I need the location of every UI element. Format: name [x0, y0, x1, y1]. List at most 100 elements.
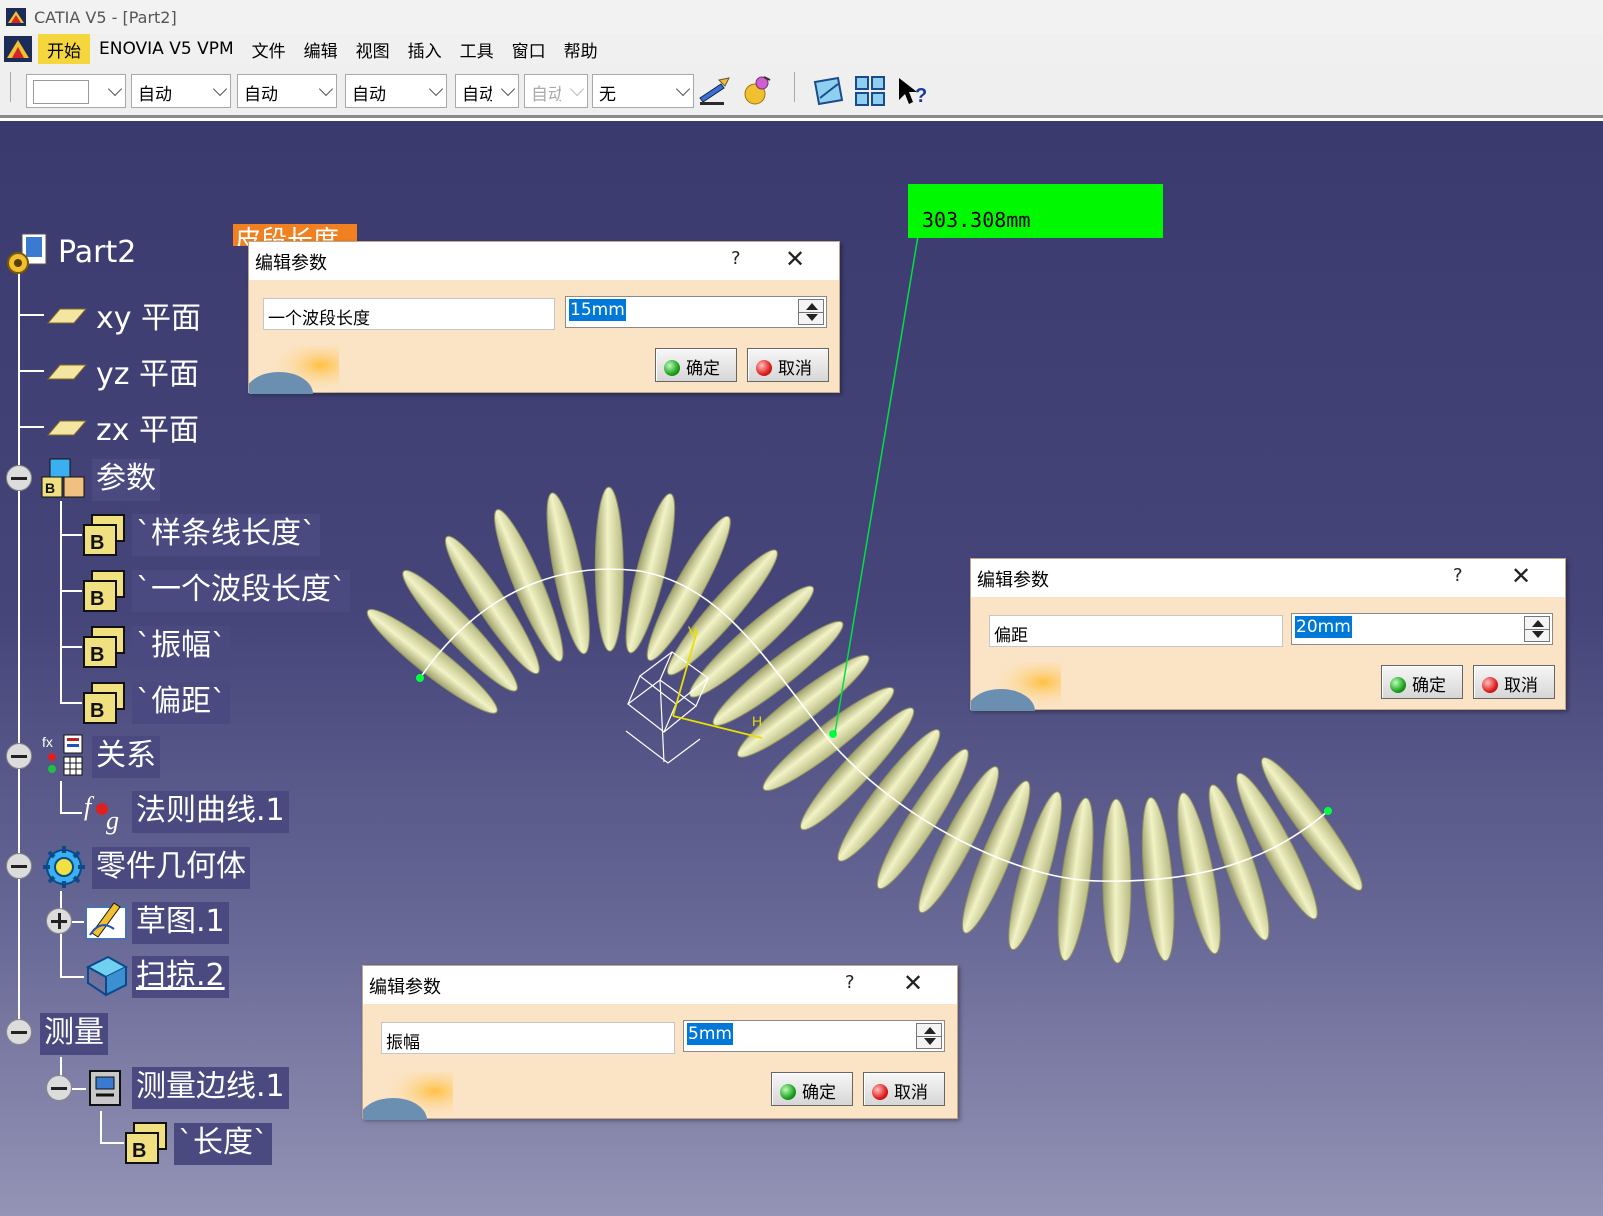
- measure-edge-icon[interactable]: [86, 1065, 130, 1111]
- whats-this-help-icon[interactable]: ?: [895, 74, 929, 108]
- menu-tools[interactable]: 工具: [451, 34, 503, 65]
- tree-part-body[interactable]: 零件几何体: [92, 847, 250, 889]
- 3d-viewport[interactable]: V H 303.308mm Part2 xy 平面 yz 平面 zx 平面 B: [0, 121, 1603, 1216]
- menu-edit[interactable]: 编辑: [295, 34, 347, 65]
- sweep-icon[interactable]: [84, 953, 130, 999]
- ok-button[interactable]: 确定: [771, 1072, 853, 1106]
- tree-param-wave-length[interactable]: `一个波段长度`: [132, 570, 350, 612]
- parameter-value-input[interactable]: 15mm: [565, 296, 827, 328]
- tree-measure-edge[interactable]: 测量边线.1: [132, 1067, 289, 1109]
- parameters-icon[interactable]: B: [40, 457, 88, 501]
- tree-branch-line: [60, 1057, 62, 1077]
- parameter-length-icon[interactable]: B: [82, 569, 128, 613]
- plane-view-icon[interactable]: [812, 74, 846, 108]
- parameter-length-icon[interactable]: B: [82, 513, 128, 557]
- chevron-down-icon: [107, 81, 123, 97]
- collapse-relations-icon[interactable]: [6, 743, 32, 769]
- menu-bar: 开始 ENOVIA V5 VPM 文件 编辑 视图 插入 工具 窗口 帮助: [0, 33, 1603, 65]
- value-spinner[interactable]: [1524, 616, 1550, 642]
- dialog-title[interactable]: 编辑参数: [971, 559, 1565, 597]
- cancel-button[interactable]: 取消: [863, 1072, 945, 1106]
- measure-value-label[interactable]: 303.308mm: [908, 184, 1163, 238]
- help-icon[interactable]: ?: [1453, 565, 1463, 586]
- tree-param-amplitude[interactable]: `振幅`: [132, 626, 230, 668]
- tree-parameters[interactable]: 参数: [92, 459, 160, 501]
- menu-file[interactable]: 文件: [243, 34, 295, 65]
- line-width-combo[interactable]: 自动: [237, 74, 337, 108]
- layer-render-combo[interactable]: 自动: [524, 74, 588, 108]
- tree-zx-plane[interactable]: zx 平面: [96, 405, 199, 449]
- tree-branch-line: [100, 1142, 124, 1144]
- tree-measure[interactable]: 测量: [40, 1013, 108, 1055]
- svg-text:B: B: [90, 644, 104, 666]
- cancel-button[interactable]: 取消: [1473, 665, 1555, 699]
- dialog-title[interactable]: 编辑参数: [363, 966, 957, 1004]
- expand-sketch-icon[interactable]: [46, 908, 72, 934]
- help-icon[interactable]: ?: [845, 972, 855, 993]
- collapse-part-body-icon[interactable]: [6, 853, 32, 879]
- tree-param-offset[interactable]: `偏距`: [132, 682, 230, 724]
- close-icon[interactable]: ✕: [903, 969, 923, 997]
- plane-icon[interactable]: [46, 301, 88, 329]
- tree-yz-plane[interactable]: yz 平面: [96, 349, 199, 393]
- toolbar-grip[interactable]: [10, 72, 11, 102]
- value-spinner[interactable]: [916, 1023, 942, 1049]
- value-spinner[interactable]: [798, 299, 824, 325]
- menu-window[interactable]: 窗口: [503, 34, 555, 65]
- parameter-value-input[interactable]: 5mm: [683, 1020, 945, 1052]
- parameter-length-icon[interactable]: B: [82, 681, 128, 725]
- menu-help[interactable]: 帮助: [555, 34, 607, 65]
- spline-end-point[interactable]: [1324, 807, 1332, 815]
- dialog-title[interactable]: 编辑参数: [249, 242, 839, 280]
- line-width-value: 自动: [244, 85, 278, 105]
- collapse-parameters-icon[interactable]: [6, 465, 32, 491]
- part-body-icon[interactable]: [40, 843, 88, 891]
- menu-insert[interactable]: 插入: [399, 34, 451, 65]
- svg-text:B: B: [132, 1140, 146, 1162]
- ok-button[interactable]: 确定: [655, 348, 737, 382]
- collapse-measure-icon[interactable]: [6, 1019, 32, 1045]
- tree-sweep[interactable]: 扫掠.2: [132, 956, 229, 998]
- tree-length[interactable]: `长度`: [174, 1123, 272, 1165]
- graphic-properties-toolbar: 自动 自动 自动 自动 自动 无: [0, 64, 1603, 118]
- transparency-combo[interactable]: 自动: [131, 74, 231, 108]
- law-curve-icon[interactable]: f g: [82, 789, 128, 835]
- spline-start-point[interactable]: [416, 674, 424, 682]
- plane-icon[interactable]: [46, 413, 88, 441]
- tree-relations[interactable]: 关系: [92, 736, 160, 778]
- tree-param-spline-length[interactable]: `样条线长度`: [132, 514, 320, 556]
- parameter-length-icon[interactable]: B: [82, 625, 128, 669]
- cancel-button[interactable]: 取消: [747, 348, 829, 382]
- catia-menu-icon[interactable]: [4, 36, 32, 62]
- tree-xy-plane[interactable]: xy 平面: [96, 293, 201, 337]
- apply-material-icon[interactable]: [740, 74, 774, 108]
- svg-text:B: B: [45, 480, 55, 496]
- close-icon[interactable]: ✕: [1511, 562, 1531, 590]
- multi-view-icon[interactable]: [853, 74, 887, 108]
- chevron-down-icon: [212, 81, 228, 97]
- paint-brush-icon[interactable]: [697, 74, 731, 108]
- line-type-combo[interactable]: 自动: [345, 74, 447, 108]
- tree-law-curve[interactable]: 法则曲线.1: [132, 791, 289, 833]
- parameter-value-input[interactable]: 20mm: [1291, 613, 1553, 645]
- tree-branch-line: [60, 702, 82, 704]
- menu-enovia[interactable]: ENOVIA V5 VPM: [90, 36, 243, 62]
- menu-start[interactable]: 开始: [38, 33, 90, 65]
- point-symbol-combo[interactable]: 自动: [455, 74, 519, 108]
- layer-combo[interactable]: 无: [592, 74, 694, 108]
- relations-icon[interactable]: fx: [40, 733, 88, 779]
- ok-button[interactable]: 确定: [1381, 665, 1463, 699]
- tree-sketch[interactable]: 草图.1: [132, 902, 229, 944]
- parameter-length-icon[interactable]: B: [124, 1121, 170, 1165]
- sketch-icon[interactable]: [84, 899, 130, 943]
- color-combo[interactable]: [26, 74, 126, 108]
- tree-root-part[interactable]: Part2: [58, 235, 136, 270]
- chevron-down-icon: [569, 81, 585, 97]
- close-icon[interactable]: ✕: [785, 245, 805, 273]
- ok-icon: [664, 360, 680, 376]
- help-icon[interactable]: ?: [731, 248, 741, 269]
- plane-icon[interactable]: [46, 357, 88, 385]
- collapse-measure-edge-icon[interactable]: [46, 1075, 72, 1101]
- menu-view[interactable]: 视图: [347, 34, 399, 65]
- part-icon[interactable]: [4, 231, 52, 279]
